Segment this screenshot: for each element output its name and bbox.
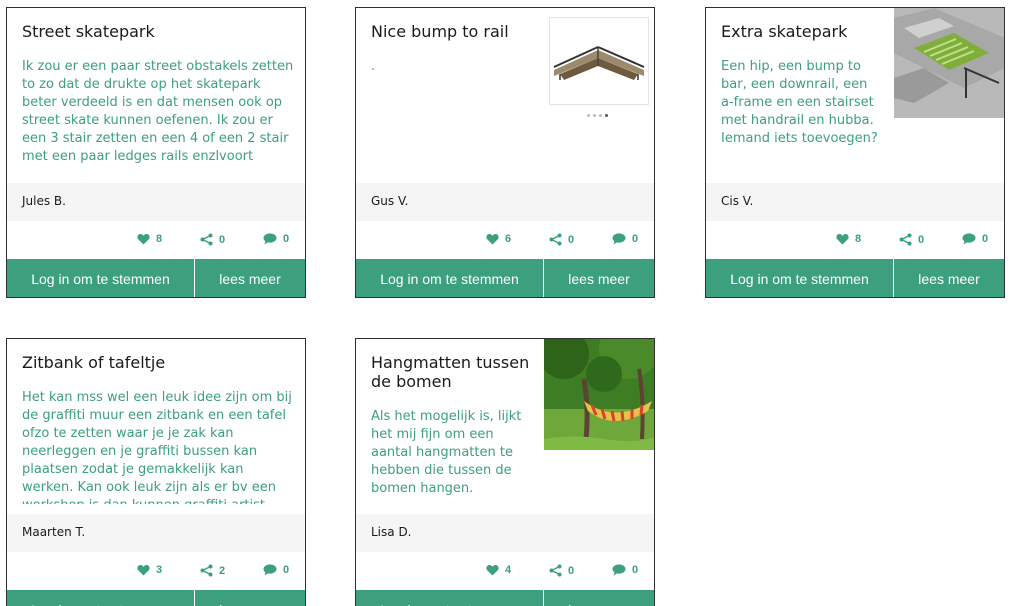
author-bar: Cis V. (706, 183, 1004, 221)
card-stats: 6 0 0 (356, 231, 654, 251)
card-description: . (371, 59, 376, 74)
like-count-value: 8 (156, 233, 163, 245)
share-icon (899, 233, 912, 246)
like-count-value: 4 (505, 564, 512, 576)
card-author: Jules B. (22, 194, 66, 208)
heart-icon (486, 564, 499, 576)
share-count-value: 0 (568, 564, 575, 577)
like-count[interactable]: 8 (836, 233, 861, 245)
heart-icon (137, 233, 150, 245)
card-title[interactable]: Zitbank of tafeltje (22, 353, 165, 372)
author-bar: Lisa D. (356, 514, 654, 552)
idea-card[interactable]: Hangmatten tussen de bomen Als het mogel… (355, 338, 655, 606)
comment-count[interactable]: 0 (962, 233, 988, 245)
share-count[interactable]: 2 (200, 564, 225, 577)
skatepark-render-image[interactable] (894, 8, 1004, 118)
comment-icon (962, 233, 976, 245)
comment-icon (263, 564, 277, 576)
share-count[interactable]: 0 (899, 233, 924, 246)
vote-login-button[interactable]: Log in om te stemmen (356, 590, 544, 606)
card-description: Ik zou er een paar street obstakels zett… (22, 59, 294, 164)
share-icon (200, 564, 213, 577)
comment-count[interactable]: 0 (263, 564, 289, 576)
bump-to-rail-image[interactable] (549, 17, 649, 105)
hammock-photo[interactable] (544, 339, 654, 450)
share-count[interactable]: 0 (549, 564, 574, 577)
card-description: Een hip, een bump to bar, een downrail, … (721, 59, 878, 146)
card-stats: 4 0 0 (356, 562, 654, 582)
comment-count-value: 0 (632, 564, 639, 576)
heart-icon (486, 233, 499, 245)
vote-login-button[interactable]: Log in om te stemmen (7, 259, 195, 297)
card-title[interactable]: Hangmatten tussen de bomen (371, 353, 541, 391)
idea-card[interactable]: Nice bump to rail . Gus V. 6 0 0 Log in … (355, 7, 655, 298)
comment-count-value: 0 (283, 564, 290, 576)
read-more-button[interactable]: lees meer (195, 259, 305, 297)
card-description: Het kan mss wel een leuk idee zijn om bi… (22, 390, 292, 504)
read-more-button[interactable]: lees meer (894, 259, 1004, 297)
comment-count-value: 0 (283, 233, 290, 245)
like-count[interactable]: 6 (486, 233, 511, 245)
like-count[interactable]: 4 (486, 564, 511, 576)
card-actions: Log in om te stemmen lees meer (356, 259, 654, 297)
share-count-value: 0 (219, 233, 226, 246)
idea-card[interactable]: Extra skatepark Een hip, een bump to bar… (705, 7, 1005, 298)
comment-icon (612, 233, 626, 245)
vote-login-button[interactable]: Log in om te stemmen (356, 259, 544, 297)
vote-login-button[interactable]: Log in om te stemmen (706, 259, 894, 297)
card-description: Als het mogelijk is, lijkt het mij fijn … (371, 409, 522, 496)
share-icon (549, 233, 562, 246)
vote-login-button[interactable]: Log in om te stemmen (7, 590, 195, 606)
pager-dot[interactable] (599, 114, 602, 117)
comment-count[interactable]: 0 (263, 233, 289, 245)
like-count-value: 3 (156, 564, 163, 576)
comment-count[interactable]: 0 (612, 564, 638, 576)
card-author: Cis V. (721, 194, 754, 208)
read-more-button[interactable]: lees meer (195, 590, 305, 606)
card-title[interactable]: Nice bump to rail (371, 22, 541, 41)
card-stats: 3 2 0 (7, 562, 305, 582)
like-count-value: 8 (855, 233, 862, 245)
read-more-button[interactable]: lees meer (544, 259, 654, 297)
card-actions: Log in om te stemmen lees meer (7, 259, 305, 297)
share-count-value: 2 (219, 564, 226, 577)
pager-dot-active[interactable] (605, 114, 608, 117)
share-count[interactable]: 0 (200, 233, 225, 246)
author-bar: Maarten T. (7, 514, 305, 552)
author-bar: Gus V. (356, 183, 654, 221)
share-count-value: 0 (918, 233, 925, 246)
heart-icon (137, 564, 150, 576)
comment-icon (263, 233, 277, 245)
heart-icon (836, 233, 849, 245)
card-stats: 8 0 0 (7, 231, 305, 251)
idea-card[interactable]: Street skatepark Ik zou er een paar stre… (6, 7, 306, 298)
card-title[interactable]: Extra skatepark (721, 22, 891, 41)
read-more-button[interactable]: lees meer (544, 590, 654, 606)
card-actions: Log in om te stemmen lees meer (7, 590, 305, 606)
idea-card[interactable]: Zitbank of tafeltje Het kan mss wel een … (6, 338, 306, 606)
card-author: Maarten T. (22, 525, 86, 539)
like-count-value: 6 (505, 233, 512, 245)
card-author: Lisa D. (371, 525, 412, 539)
card-title[interactable]: Street skatepark (22, 22, 155, 41)
comment-count-value: 0 (632, 233, 639, 245)
image-pager[interactable] (587, 114, 608, 117)
comment-count[interactable]: 0 (612, 233, 638, 245)
share-count[interactable]: 0 (549, 233, 574, 246)
card-stats: 8 0 0 (706, 231, 1004, 251)
pager-dot[interactable] (593, 114, 596, 117)
share-icon (200, 233, 213, 246)
card-author: Gus V. (371, 194, 409, 208)
pager-dot[interactable] (587, 114, 590, 117)
like-count[interactable]: 8 (137, 233, 162, 245)
share-count-value: 0 (568, 233, 575, 246)
comment-icon (612, 564, 626, 576)
card-actions: Log in om te stemmen lees meer (706, 259, 1004, 297)
share-icon (549, 564, 562, 577)
like-count[interactable]: 3 (137, 564, 162, 576)
author-bar: Jules B. (7, 183, 305, 221)
card-actions: Log in om te stemmen lees meer (356, 590, 654, 606)
comment-count-value: 0 (982, 233, 989, 245)
